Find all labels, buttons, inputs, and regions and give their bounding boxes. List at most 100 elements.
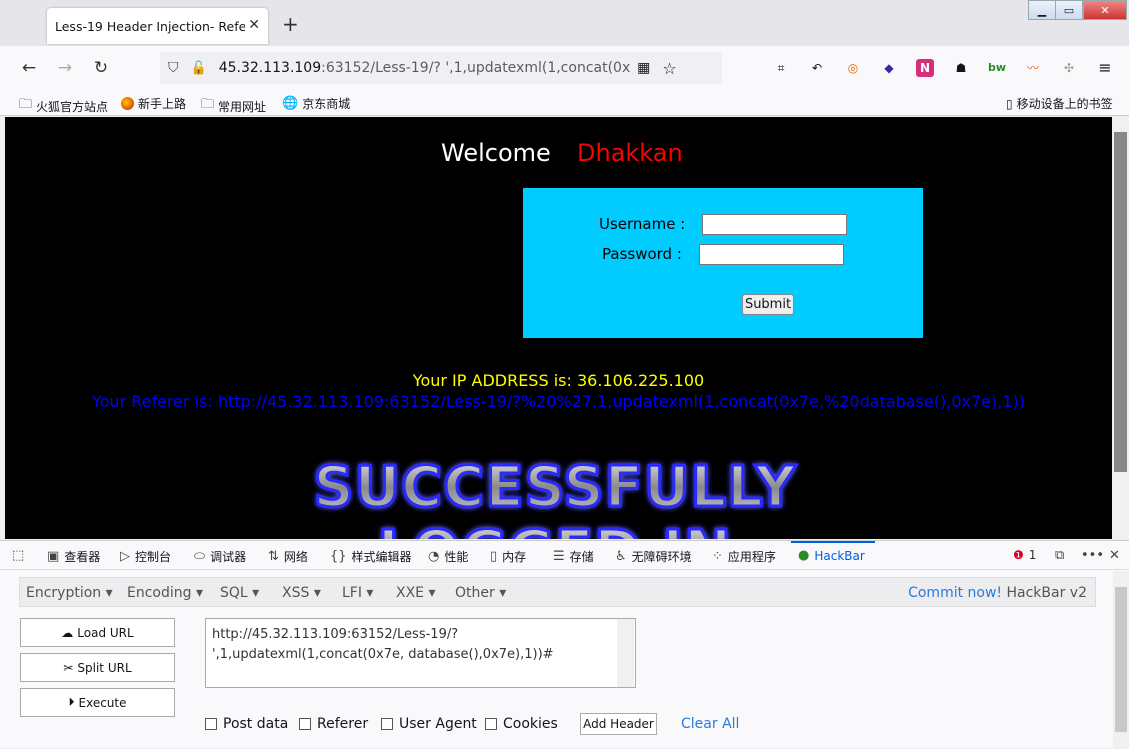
folder-icon: 🗀 [201,97,215,112]
extension-n-icon[interactable]: N [916,59,934,77]
bookmark-item[interactable]: 新手上路 [121,95,186,112]
tab-console[interactable]: ▷ 控制台 [120,548,171,565]
devtools-scrollbar-thumb[interactable] [1115,587,1127,732]
checkbox-box[interactable] [205,718,217,730]
menu-xxe[interactable]: XXE ▾ [396,585,436,601]
tab-storage[interactable]: ☰ 存储 [553,548,594,565]
new-tab-icon[interactable]: + [282,14,299,34]
mobile-bookmarks[interactable]: ▯ 移动设备上的书签 [1006,95,1113,112]
close-tab-icon[interactable]: ✕ [248,17,260,33]
tab-application[interactable]: ⁘ 应用程序 [712,548,776,565]
add-header-button[interactable]: Add Header [580,713,657,735]
checkbox-label: Cookies [503,716,558,732]
shield-icon[interactable]: ⛉ [168,60,179,76]
insecure-lock-icon[interactable]: 🔓 [191,61,207,76]
tab-accessibility[interactable]: ♿ 无障碍环境 [615,548,692,565]
menu-xss[interactable]: XSS ▾ [282,585,321,601]
button-label: Load URL [77,625,134,640]
navigation-bar: ← → ↻ ⛉ 🔓 45.32.113.109 :63152/Less-19/?… [0,46,1129,90]
extension-cube-icon[interactable]: ◆ [880,59,898,77]
tab-network[interactable]: ⇅ 网络 [268,548,308,565]
password-input[interactable] [699,244,844,265]
textarea-scrollbar[interactable] [617,619,634,687]
extension-orange-ring-icon[interactable]: ◎ [844,59,862,77]
dock-side-icon[interactable]: ⧉ [1055,548,1064,563]
network-icon: ⇅ [268,549,279,564]
tab-memory[interactable]: ▯ 内存 [490,548,526,565]
qr-code-icon[interactable]: ▦ [637,60,650,76]
tab-performance[interactable]: ◔ 性能 [428,548,468,565]
undo-icon[interactable]: ↶ [808,59,826,77]
referer-text: Your Referer is: http://45.32.113.109:63… [91,392,1026,411]
tab-label: 网络 [283,550,308,564]
element-picker-icon[interactable]: ⬚ [12,548,24,563]
tab-debugger[interactable]: ⬭ 调试器 [194,548,246,565]
bookmark-item[interactable]: 🌐 京东商城 [282,95,350,112]
submit-button[interactable]: Submit [742,294,794,315]
more-options-icon[interactable]: ••• [1081,548,1104,563]
username-input[interactable] [702,214,847,235]
star-bookmark-icon[interactable]: ☆ [662,59,676,78]
close-devtools-icon[interactable]: ✕ [1109,548,1120,563]
menu-other[interactable]: Other ▾ [455,585,506,601]
url-bar[interactable]: ⛉ 🔓 45.32.113.109 :63152/Less-19/? ',1,u… [160,52,722,84]
welcome-text: Welcome [441,139,551,167]
page-scrollbar[interactable] [1112,117,1129,539]
split-url-button[interactable]: ✂ Split URL [20,653,175,682]
execute-button[interactable]: ⏵ Execute [20,688,175,717]
clear-all-link[interactable]: Clear All [681,716,739,732]
reload-icon[interactable]: ↻ [91,58,111,78]
tab-bar: Less-19 Header Injection- Referer ✕ + ▁ … [0,0,1129,46]
page-scrollbar-thumb[interactable] [1114,132,1127,472]
checkbox-box[interactable] [381,718,393,730]
devtools-panel: ⬚ ▣ 查看器 ▷ 控制台 ⬭ 调试器 ⇅ 网络 {} 样式编辑器 ◔ 性能 ▯ 内存 ☰ 存储… [0,540,1129,749]
tab-label: 内存 [502,550,527,564]
bookmark-item[interactable]: 🗀 常用网址 [201,95,266,117]
extension-flame-icon[interactable]: 〰 [1024,59,1042,77]
devtools-scrollbar[interactable] [1113,571,1129,749]
extension-puzzle-icon[interactable]: ✣ [1060,59,1078,77]
menu-label: XXE [396,585,425,601]
menu-lfi[interactable]: LFI ▾ [342,585,373,601]
menu-sql[interactable]: SQL ▾ [220,585,259,601]
tab-inspector[interactable]: ▣ 查看器 [47,548,100,565]
browser-tab[interactable]: Less-19 Header Injection- Referer ✕ [47,8,268,44]
back-icon[interactable]: ← [19,58,39,78]
bookmark-item[interactable]: 🗀 火狐官方站点 [19,95,108,117]
memory-icon: ▯ [490,549,498,564]
error-count: 1 [1028,548,1037,562]
crop-screenshot-icon[interactable]: ⌗ [772,59,790,77]
mobile-device-icon: ▯ [1006,96,1013,111]
tab-style-editor[interactable]: {} 样式编辑器 [330,548,412,565]
tab-hackbar[interactable]: ● HackBar [798,548,865,563]
hackbar-icon: ● [798,548,810,563]
bookmark-label: 常用网址 [218,99,267,114]
hackbar-url-textarea[interactable]: http://45.32.113.109:63152/Less-19/? ',1… [205,618,636,688]
menu-label: Encryption [26,585,102,601]
post-data-checkbox[interactable]: Post data [205,716,288,732]
extension-spy-icon[interactable]: ☗ [952,59,970,77]
maximize-button[interactable]: ▭ [1055,0,1083,20]
menu-icon[interactable]: ≡ [1096,59,1114,77]
close-window-button[interactable]: ✕ [1083,0,1127,20]
load-url-button[interactable]: ☁ Load URL [20,618,175,647]
menu-encryption[interactable]: Encryption ▾ [26,585,113,601]
commit-link[interactable]: Commit now! HackBar v2 [908,585,1087,601]
browser-window: Less-19 Header Injection- Referer ✕ + ▁ … [0,0,1129,749]
checkbox-box[interactable] [299,718,311,730]
login-form: Username : Password : Submit [523,188,923,338]
button-label: Split URL [77,660,132,675]
checkbox-box[interactable] [485,718,497,730]
url-line-2: ',1,updatexml(1,concat(0x7e, database(),… [212,647,554,662]
button-label: Execute [78,695,127,710]
extension-bw-icon[interactable]: bw [986,59,1008,77]
menu-encoding[interactable]: Encoding ▾ [127,585,203,601]
play-icon: ⏵ [68,695,75,709]
menu-label: Other [455,585,495,601]
referer-checkbox[interactable]: Referer [299,716,368,732]
minimize-button[interactable]: ▁ [1028,0,1056,20]
cookies-checkbox[interactable]: Cookies [485,716,558,732]
error-badge[interactable]: ❶1 [1013,548,1036,562]
forward-icon[interactable]: → [55,58,75,78]
user-agent-checkbox[interactable]: User Agent [381,716,477,732]
